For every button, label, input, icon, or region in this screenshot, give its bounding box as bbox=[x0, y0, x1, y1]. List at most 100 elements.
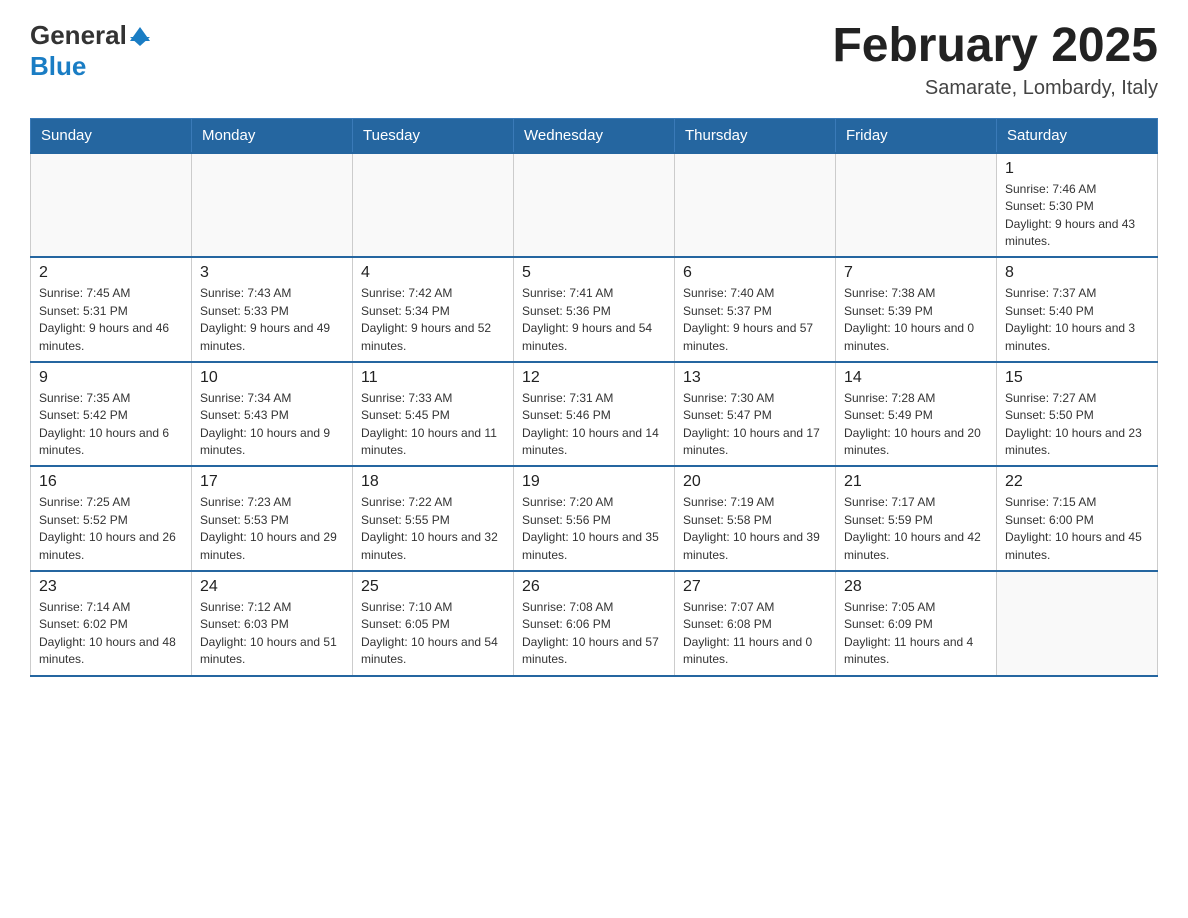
day-info: Sunrise: 7:05 AM Sunset: 6:09 PM Dayligh… bbox=[844, 599, 988, 669]
table-row: 6 Sunrise: 7:40 AM Sunset: 5:37 PM Daylig… bbox=[675, 257, 836, 362]
day-number: 5 bbox=[522, 264, 666, 282]
month-title: February 2025 bbox=[832, 20, 1158, 73]
col-monday: Monday bbox=[192, 118, 353, 153]
day-number: 27 bbox=[683, 578, 827, 596]
table-row: 5 Sunrise: 7:41 AM Sunset: 5:36 PM Daylig… bbox=[514, 257, 675, 362]
table-row: 4 Sunrise: 7:42 AM Sunset: 5:34 PM Daylig… bbox=[353, 257, 514, 362]
day-number: 12 bbox=[522, 369, 666, 387]
calendar-week-row: 1 Sunrise: 7:46 AM Sunset: 5:30 PM Daylig… bbox=[31, 153, 1158, 258]
table-row: 16 Sunrise: 7:25 AM Sunset: 5:52 PM Dayli… bbox=[31, 466, 192, 571]
logo-general-text: General bbox=[30, 20, 127, 51]
day-info: Sunrise: 7:40 AM Sunset: 5:37 PM Dayligh… bbox=[683, 285, 827, 355]
day-info: Sunrise: 7:27 AM Sunset: 5:50 PM Dayligh… bbox=[1005, 390, 1149, 460]
day-number: 11 bbox=[361, 369, 505, 387]
table-row: 14 Sunrise: 7:28 AM Sunset: 5:49 PM Dayli… bbox=[836, 362, 997, 467]
day-info: Sunrise: 7:23 AM Sunset: 5:53 PM Dayligh… bbox=[200, 494, 344, 564]
day-info: Sunrise: 7:42 AM Sunset: 5:34 PM Dayligh… bbox=[361, 285, 505, 355]
day-info: Sunrise: 7:34 AM Sunset: 5:43 PM Dayligh… bbox=[200, 390, 344, 460]
col-sunday: Sunday bbox=[31, 118, 192, 153]
day-number: 20 bbox=[683, 473, 827, 491]
table-row: 19 Sunrise: 7:20 AM Sunset: 5:56 PM Dayli… bbox=[514, 466, 675, 571]
day-info: Sunrise: 7:14 AM Sunset: 6:02 PM Dayligh… bbox=[39, 599, 183, 669]
day-info: Sunrise: 7:15 AM Sunset: 6:00 PM Dayligh… bbox=[1005, 494, 1149, 564]
col-friday: Friday bbox=[836, 118, 997, 153]
day-number: 23 bbox=[39, 578, 183, 596]
day-number: 4 bbox=[361, 264, 505, 282]
day-info: Sunrise: 7:33 AM Sunset: 5:45 PM Dayligh… bbox=[361, 390, 505, 460]
day-info: Sunrise: 7:07 AM Sunset: 6:08 PM Dayligh… bbox=[683, 599, 827, 669]
day-number: 21 bbox=[844, 473, 988, 491]
day-number: 3 bbox=[200, 264, 344, 282]
day-number: 28 bbox=[844, 578, 988, 596]
table-row bbox=[675, 153, 836, 258]
day-info: Sunrise: 7:08 AM Sunset: 6:06 PM Dayligh… bbox=[522, 599, 666, 669]
table-row: 18 Sunrise: 7:22 AM Sunset: 5:55 PM Dayli… bbox=[353, 466, 514, 571]
calendar-table: Sunday Monday Tuesday Wednesday Thursday… bbox=[30, 118, 1158, 677]
table-row: 1 Sunrise: 7:46 AM Sunset: 5:30 PM Daylig… bbox=[997, 153, 1158, 258]
day-number: 19 bbox=[522, 473, 666, 491]
col-thursday: Thursday bbox=[675, 118, 836, 153]
day-number: 16 bbox=[39, 473, 183, 491]
day-number: 24 bbox=[200, 578, 344, 596]
location-title: Samarate, Lombardy, Italy bbox=[832, 77, 1158, 100]
table-row bbox=[192, 153, 353, 258]
table-row: 9 Sunrise: 7:35 AM Sunset: 5:42 PM Daylig… bbox=[31, 362, 192, 467]
table-row: 25 Sunrise: 7:10 AM Sunset: 6:05 PM Dayli… bbox=[353, 571, 514, 676]
table-row: 27 Sunrise: 7:07 AM Sunset: 6:08 PM Dayli… bbox=[675, 571, 836, 676]
day-info: Sunrise: 7:28 AM Sunset: 5:49 PM Dayligh… bbox=[844, 390, 988, 460]
logo-blue-text: Blue bbox=[30, 51, 86, 82]
day-info: Sunrise: 7:10 AM Sunset: 6:05 PM Dayligh… bbox=[361, 599, 505, 669]
day-info: Sunrise: 7:46 AM Sunset: 5:30 PM Dayligh… bbox=[1005, 181, 1149, 251]
day-number: 7 bbox=[844, 264, 988, 282]
day-number: 10 bbox=[200, 369, 344, 387]
table-row bbox=[353, 153, 514, 258]
day-info: Sunrise: 7:22 AM Sunset: 5:55 PM Dayligh… bbox=[361, 494, 505, 564]
table-row: 12 Sunrise: 7:31 AM Sunset: 5:46 PM Dayli… bbox=[514, 362, 675, 467]
col-wednesday: Wednesday bbox=[514, 118, 675, 153]
table-row: 23 Sunrise: 7:14 AM Sunset: 6:02 PM Dayli… bbox=[31, 571, 192, 676]
day-info: Sunrise: 7:31 AM Sunset: 5:46 PM Dayligh… bbox=[522, 390, 666, 460]
day-number: 13 bbox=[683, 369, 827, 387]
day-info: Sunrise: 7:17 AM Sunset: 5:59 PM Dayligh… bbox=[844, 494, 988, 564]
day-number: 9 bbox=[39, 369, 183, 387]
table-row: 13 Sunrise: 7:30 AM Sunset: 5:47 PM Dayli… bbox=[675, 362, 836, 467]
day-number: 22 bbox=[1005, 473, 1149, 491]
col-saturday: Saturday bbox=[997, 118, 1158, 153]
table-row: 8 Sunrise: 7:37 AM Sunset: 5:40 PM Daylig… bbox=[997, 257, 1158, 362]
day-info: Sunrise: 7:19 AM Sunset: 5:58 PM Dayligh… bbox=[683, 494, 827, 564]
day-info: Sunrise: 7:43 AM Sunset: 5:33 PM Dayligh… bbox=[200, 285, 344, 355]
table-row bbox=[514, 153, 675, 258]
day-info: Sunrise: 7:37 AM Sunset: 5:40 PM Dayligh… bbox=[1005, 285, 1149, 355]
table-row: 3 Sunrise: 7:43 AM Sunset: 5:33 PM Daylig… bbox=[192, 257, 353, 362]
day-number: 8 bbox=[1005, 264, 1149, 282]
day-number: 14 bbox=[844, 369, 988, 387]
day-info: Sunrise: 7:30 AM Sunset: 5:47 PM Dayligh… bbox=[683, 390, 827, 460]
day-number: 1 bbox=[1005, 160, 1149, 178]
table-row: 2Sunrise: 7:45 AM Sunset: 5:31 PM Daylig… bbox=[31, 257, 192, 362]
calendar-week-row: 2Sunrise: 7:45 AM Sunset: 5:31 PM Daylig… bbox=[31, 257, 1158, 362]
day-number: 17 bbox=[200, 473, 344, 491]
table-row: 17 Sunrise: 7:23 AM Sunset: 5:53 PM Dayli… bbox=[192, 466, 353, 571]
table-row: 7Sunrise: 7:38 AM Sunset: 5:39 PM Daylig… bbox=[836, 257, 997, 362]
day-info: Sunrise: 7:41 AM Sunset: 5:36 PM Dayligh… bbox=[522, 285, 666, 355]
calendar-header-row: Sunday Monday Tuesday Wednesday Thursday… bbox=[31, 118, 1158, 153]
table-row: 28 Sunrise: 7:05 AM Sunset: 6:09 PM Dayli… bbox=[836, 571, 997, 676]
table-row: 11 Sunrise: 7:33 AM Sunset: 5:45 PM Dayli… bbox=[353, 362, 514, 467]
day-info: Sunrise: 7:25 AM Sunset: 5:52 PM Dayligh… bbox=[39, 494, 183, 564]
table-row: 15Sunrise: 7:27 AM Sunset: 5:50 PM Dayli… bbox=[997, 362, 1158, 467]
col-tuesday: Tuesday bbox=[353, 118, 514, 153]
table-row: 22 Sunrise: 7:15 AM Sunset: 6:00 PM Dayli… bbox=[997, 466, 1158, 571]
day-info: Sunrise: 7:45 AM Sunset: 5:31 PM Dayligh… bbox=[39, 285, 183, 355]
title-section: February 2025 Samarate, Lombardy, Italy bbox=[832, 20, 1158, 100]
day-info: Sunrise: 7:35 AM Sunset: 5:42 PM Dayligh… bbox=[39, 390, 183, 460]
day-number: 18 bbox=[361, 473, 505, 491]
day-number: 26 bbox=[522, 578, 666, 596]
table-row: 21 Sunrise: 7:17 AM Sunset: 5:59 PM Dayli… bbox=[836, 466, 997, 571]
calendar-week-row: 9 Sunrise: 7:35 AM Sunset: 5:42 PM Daylig… bbox=[31, 362, 1158, 467]
day-number: 6 bbox=[683, 264, 827, 282]
table-row bbox=[997, 571, 1158, 676]
calendar-week-row: 16 Sunrise: 7:25 AM Sunset: 5:52 PM Dayli… bbox=[31, 466, 1158, 571]
day-info: Sunrise: 7:12 AM Sunset: 6:03 PM Dayligh… bbox=[200, 599, 344, 669]
day-number: 25 bbox=[361, 578, 505, 596]
day-info: Sunrise: 7:20 AM Sunset: 5:56 PM Dayligh… bbox=[522, 494, 666, 564]
